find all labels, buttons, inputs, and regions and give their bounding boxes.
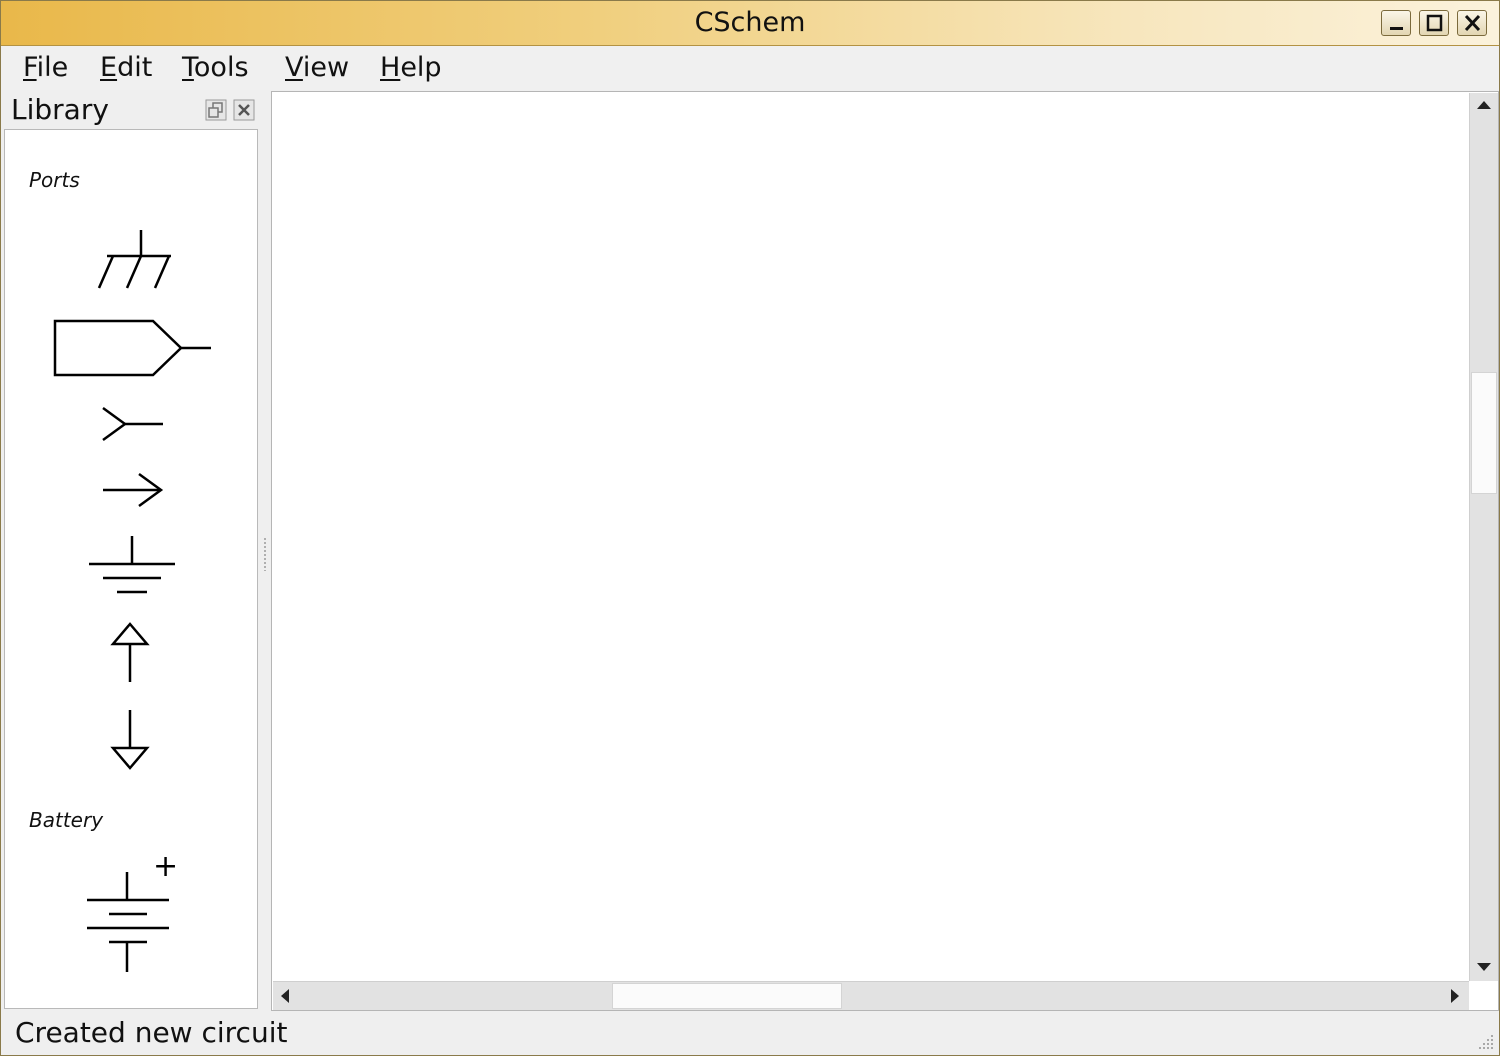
maximize-button[interactable]: [1419, 10, 1449, 36]
port-label-icon[interactable]: [49, 318, 215, 382]
supply-up-icon[interactable]: [109, 620, 151, 684]
menu-file[interactable]: File: [23, 52, 68, 83]
ground-icon[interactable]: [87, 534, 177, 598]
arrow-port-icon[interactable]: [99, 470, 165, 510]
close-icon[interactable]: [233, 99, 255, 121]
chassis-ground-icon[interactable]: [85, 220, 175, 290]
close-icon: [1464, 14, 1481, 32]
status-bar: Created new circuit: [1, 1013, 1499, 1055]
menu-help[interactable]: Help: [380, 52, 442, 83]
status-message: Created new circuit: [15, 1016, 288, 1049]
menu-tools[interactable]: Tools: [182, 52, 249, 83]
minimize-icon: [1390, 27, 1403, 30]
library-panel: Ports Battery +: [4, 129, 258, 1009]
scroll-up-icon[interactable]: [1476, 99, 1492, 111]
dock-splitter[interactable]: [263, 537, 267, 571]
vertical-scroll-thumb[interactable]: [1471, 372, 1497, 494]
menu-edit[interactable]: Edit: [100, 52, 152, 83]
scroll-right-icon[interactable]: [1449, 988, 1461, 1004]
schematic-canvas[interactable]: [271, 91, 1499, 1011]
horizontal-scrollbar[interactable]: [273, 981, 1469, 1010]
library-title: Library: [11, 93, 109, 126]
scroll-left-icon[interactable]: [279, 988, 291, 1004]
menu-view[interactable]: View: [285, 52, 349, 83]
window-title: CSchem: [694, 7, 806, 38]
supply-down-icon[interactable]: [109, 708, 151, 772]
close-button[interactable]: [1457, 10, 1487, 36]
category-ports: Ports: [29, 168, 80, 192]
battery-symbol[interactable]: +: [83, 850, 183, 984]
vertical-scrollbar[interactable]: [1469, 93, 1498, 981]
category-battery: Battery: [29, 808, 104, 832]
resize-grip-icon[interactable]: [1477, 1033, 1495, 1051]
menu-bar: File Edit Tools View Help: [1, 46, 1499, 90]
battery-plus-label: +: [153, 849, 179, 884]
horizontal-scroll-thumb[interactable]: [612, 983, 842, 1009]
float-icon[interactable]: [205, 99, 227, 121]
scroll-down-icon[interactable]: [1476, 961, 1492, 973]
main-window: CSchem File Edit Tools View Help Library: [0, 0, 1500, 1056]
library-dock: Library Ports Battery +: [3, 91, 261, 1011]
maximize-icon: [1426, 14, 1443, 32]
title-bar[interactable]: CSchem: [1, 1, 1499, 46]
minimize-button[interactable]: [1381, 10, 1411, 36]
input-port-icon[interactable]: [99, 404, 165, 444]
